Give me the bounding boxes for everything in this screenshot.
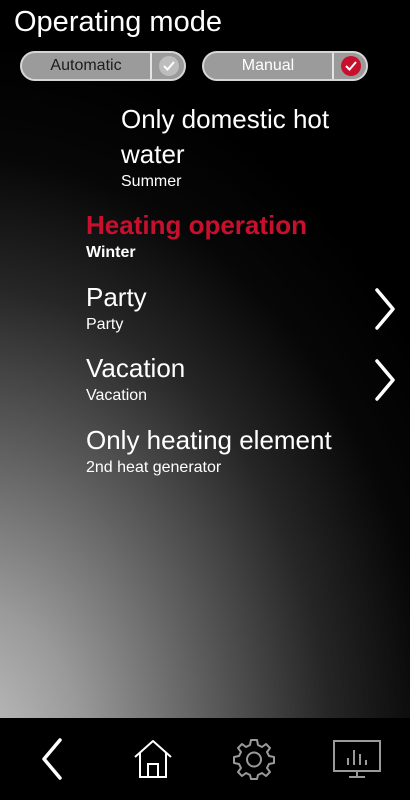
settings-gear-icon [233,739,275,780]
checkmark-icon [159,56,179,76]
mode-subtitle: Summer [121,173,182,190]
statistics-button[interactable] [330,736,384,782]
back-button[interactable] [27,736,77,782]
checkmark-icon [341,56,361,76]
home-icon [134,740,172,778]
chevron-right-icon[interactable] [374,359,396,401]
toggle-divider [332,53,334,79]
page-title: Operating mode [14,6,222,38]
settings-button[interactable] [229,736,279,782]
mode-title: Vacation [86,353,186,383]
mode-item-party[interactable]: Party Party [86,280,147,335]
mode-item-heating-operation[interactable]: Heating operation Winter [86,208,307,263]
toggle-divider [150,53,152,79]
mode-item-vacation[interactable]: Vacation Vacation [86,351,185,406]
mode-title: Only heating element [86,425,332,455]
automatic-mode-toggle[interactable]: Automatic [20,51,186,81]
mode-title: Heating operation [86,210,308,240]
back-icon [42,738,62,780]
bottom-navigation-bar [0,718,410,800]
home-button[interactable] [128,736,178,782]
operating-mode-screen: Operating mode Automatic Manual Only dom… [0,0,410,718]
mode-item-domestic-hot-water[interactable]: Only domestic hot water Summer [121,102,329,192]
mode-title: Party [86,282,147,312]
manual-mode-toggle[interactable]: Manual [202,51,368,81]
mode-subtitle: Winter [86,244,136,261]
mode-item-only-heating-element[interactable]: Only heating element 2nd heat generator [86,423,332,478]
statistics-monitor-icon [333,740,381,778]
chevron-right-icon[interactable] [374,288,396,330]
mode-title: Only domestic hot [121,104,330,134]
mode-subtitle: 2nd heat generator [86,459,222,476]
automatic-toggle-label: Automatic [50,57,122,74]
manual-toggle-label: Manual [241,57,295,74]
mode-subtitle: Party [86,316,124,333]
mode-subtitle: Vacation [86,387,148,404]
mode-title-continued: water [121,139,185,169]
